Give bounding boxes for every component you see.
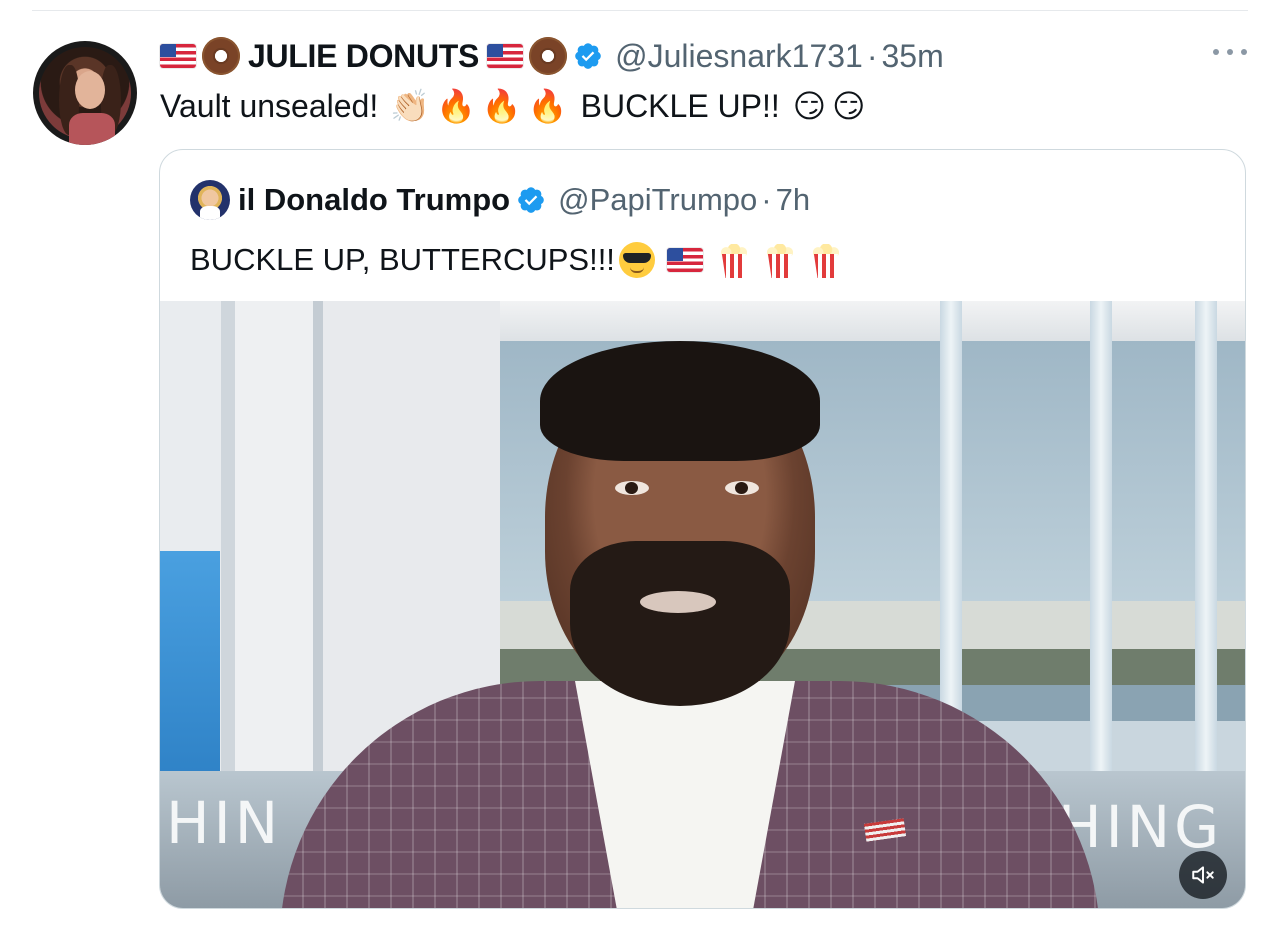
us-flag-icon	[487, 44, 524, 68]
tweet[interactable]: JULIE DONUTS @Juliesnark1731 · 35m Vault…	[0, 0, 1281, 928]
popcorn-icon	[765, 242, 795, 278]
separator-dot: ·	[761, 182, 772, 217]
tweet-text: Vault unsealed! 👏🏻 🔥 🔥 🔥 BUCKLE UP!! 😏 😏	[160, 84, 869, 128]
popcorn-icon	[811, 242, 841, 278]
sunglasses-emoji-icon	[618, 242, 655, 278]
video-player[interactable]: HIN HING	[160, 301, 1245, 908]
quoted-tweet-card[interactable]: il Donaldo Trumpo @PapiTrumpo · 7h BUCKL…	[159, 149, 1246, 909]
mute-toggle-button[interactable]	[1179, 851, 1227, 899]
donut-icon	[202, 37, 240, 75]
verified-badge-icon	[518, 187, 544, 213]
video-blue-panel	[160, 551, 220, 801]
quoted-author-avatar	[190, 180, 230, 220]
video-pillar	[1195, 301, 1217, 801]
quoted-author-handle: @PapiTrumpo	[558, 182, 758, 217]
dot-icon	[1213, 49, 1219, 55]
speaker-mouth	[640, 591, 716, 613]
clapping-hands-icon: 👏🏻	[390, 88, 431, 124]
avatar-image	[39, 47, 131, 145]
author-avatar[interactable]	[33, 41, 137, 145]
quoted-tweet-header: il Donaldo Trumpo @PapiTrumpo · 7h	[190, 180, 810, 220]
video-caption-left: HIN	[166, 789, 283, 857]
quoted-tweet-text: BUCKLE UP, BUTTERCUPS!!!	[190, 238, 849, 282]
smirk-icon: 😏	[832, 88, 866, 124]
tweet-text-part2: BUCKLE UP!!	[580, 87, 780, 124]
avatar-clothing	[69, 113, 115, 145]
fire-icon: 🔥	[527, 88, 568, 124]
tweet-header: JULIE DONUTS @Juliesnark1731 · 35m	[160, 34, 944, 78]
speaker-beard	[570, 541, 790, 706]
dot-icon	[1241, 49, 1247, 55]
tweet-timestamp[interactable]: 35m	[881, 38, 943, 75]
fire-icon: 🔥	[436, 88, 476, 124]
quoted-tweet-timestamp: 7h	[775, 182, 811, 217]
verified-badge-icon	[575, 43, 601, 69]
avatar-face	[75, 71, 105, 109]
video-pillar	[1090, 301, 1112, 801]
speaker-hair	[540, 341, 820, 461]
quoted-tweet-text-content: BUCKLE UP, BUTTERCUPS!!!	[190, 242, 615, 277]
more-options-icon[interactable]	[1213, 42, 1247, 62]
speaker-muted-icon	[1192, 866, 1214, 884]
us-flag-icon	[666, 248, 703, 272]
author-handle[interactable]: @Juliesnark1731	[615, 38, 863, 75]
speaker-eye-right	[725, 481, 759, 495]
author-name[interactable]: JULIE DONUTS	[248, 38, 479, 75]
popcorn-icon	[719, 242, 749, 278]
quoted-author-name: il Donaldo Trumpo	[238, 182, 511, 217]
tweet-text-part1: Vault unsealed!	[160, 87, 379, 124]
separator-dot: ·	[866, 37, 878, 74]
smirk-icon: 😏	[792, 88, 827, 124]
donut-icon	[529, 37, 568, 75]
speaker-eye-left	[615, 481, 649, 495]
dot-icon	[1227, 49, 1233, 55]
us-flag-icon	[160, 44, 196, 68]
fire-icon: 🔥	[481, 88, 522, 124]
